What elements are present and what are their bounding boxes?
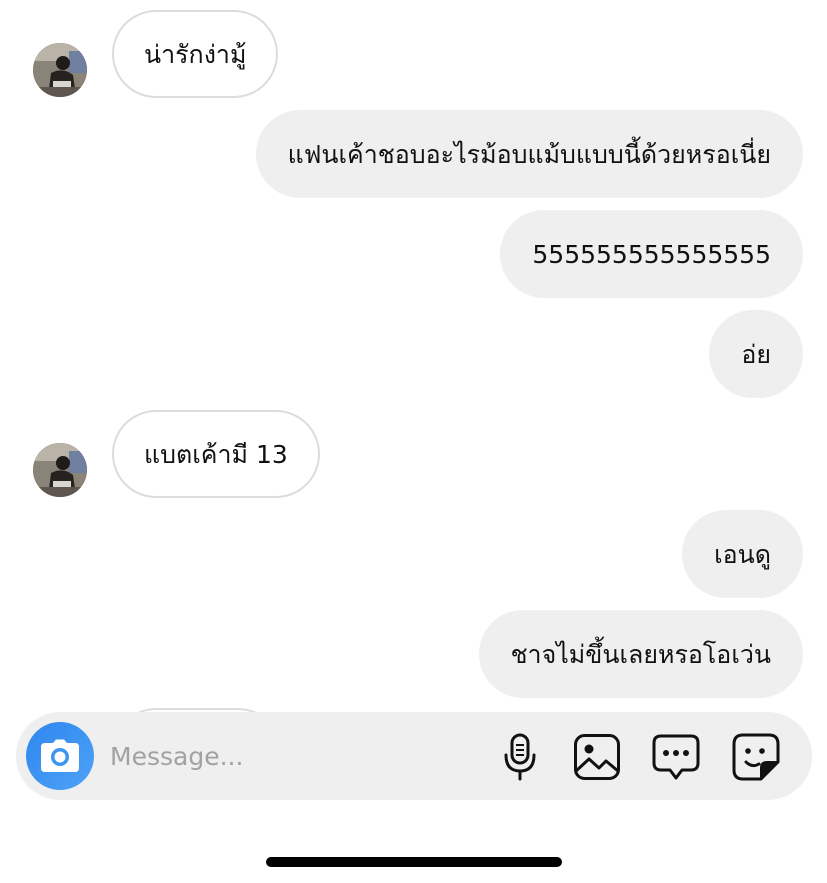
- message-text: อ่ย: [741, 339, 771, 369]
- camera-button[interactable]: [26, 722, 94, 790]
- camera-icon: [41, 739, 79, 772]
- message-bubble-incoming[interactable]: น่ารักง่ามู้: [112, 10, 279, 98]
- message-text: เอนดู: [714, 539, 771, 569]
- gallery-icon: [574, 734, 620, 780]
- message-text: น่ารักง่ามู้: [144, 39, 247, 69]
- chat-options-button[interactable]: [651, 732, 701, 782]
- message-text: แฟนเค้าชอบอะไรม้อบแม้บแบบนี้ด้วยหรอเนี่ย: [287, 139, 771, 169]
- microphone-icon: [504, 733, 536, 781]
- avatar-photo-icon: [33, 443, 87, 497]
- message-text: แบตเค้ามี 13: [144, 439, 288, 469]
- avatar[interactable]: [33, 443, 87, 497]
- microphone-button[interactable]: [495, 732, 545, 782]
- message-bubble-outgoing[interactable]: เอนดู: [682, 510, 803, 598]
- message-input[interactable]: [110, 734, 470, 778]
- message-bubble-outgoing[interactable]: ชาจไม่ขึ้นเลยหรอโอเว่น: [478, 610, 803, 698]
- message-text: 555555555555555: [532, 239, 771, 269]
- message-bubble-outgoing[interactable]: แฟนเค้าชอบอะไรม้อบแม้บแบบนี้ด้วยหรอเนี่ย: [255, 110, 803, 198]
- message-bubble-outgoing[interactable]: อ่ย: [709, 310, 803, 398]
- sticker-icon: [732, 733, 780, 781]
- message-thread: น่ารักง่ามู้ แฟนเค้าชอบอะไรม้อบแม้บแบบนี…: [0, 0, 827, 712]
- message-text: ชาจไม่ขึ้นเลยหรอโอเว่น: [510, 639, 771, 669]
- sticker-button[interactable]: [731, 732, 781, 782]
- avatar-photo-icon: [33, 43, 87, 97]
- message-bubble-incoming[interactable]: แบตเค้ามี 13: [112, 410, 320, 498]
- message-composer: [16, 712, 812, 800]
- avatar[interactable]: [33, 43, 87, 97]
- message-bubble-outgoing[interactable]: 555555555555555: [500, 210, 803, 298]
- home-indicator: [266, 857, 562, 867]
- gallery-button[interactable]: [572, 732, 622, 782]
- chat-options-icon: [652, 734, 700, 780]
